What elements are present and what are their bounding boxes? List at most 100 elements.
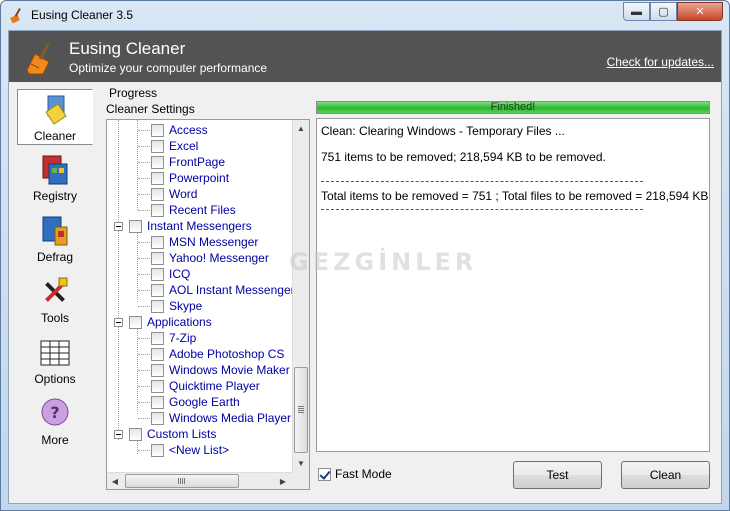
tree-item-label: ICQ bbox=[169, 267, 191, 281]
sidebar-item-options[interactable]: Options bbox=[17, 333, 93, 389]
defrag-icon bbox=[42, 216, 68, 246]
tree-item[interactable]: Word bbox=[138, 186, 197, 202]
tree-item-label: Windows Movie Maker bbox=[169, 363, 290, 377]
collapse-icon[interactable] bbox=[114, 317, 123, 327]
tree-line bbox=[137, 322, 138, 414]
cleaner-settings-tree[interactable]: Access Excel FrontPage Powerpoint Word Recent… bbox=[106, 119, 310, 490]
vertical-scroll-thumb[interactable] bbox=[294, 367, 308, 453]
tree-checkbox[interactable] bbox=[151, 123, 164, 137]
tree-checkbox[interactable] bbox=[151, 171, 164, 185]
app-header: Eusing Cleaner Optimize your computer pe… bbox=[9, 31, 721, 82]
tree-line bbox=[138, 354, 150, 355]
tree-checkbox[interactable] bbox=[151, 187, 164, 201]
tree-checkbox[interactable] bbox=[151, 347, 164, 361]
tree-checkbox[interactable] bbox=[151, 139, 164, 153]
log-output[interactable]: Clean: Clearing Windows - Temporary File… bbox=[316, 118, 710, 452]
tree-category[interactable]: Custom Lists bbox=[114, 426, 216, 442]
check-updates-link[interactable]: Check for updates... bbox=[607, 55, 714, 69]
clean-button[interactable]: Clean bbox=[621, 461, 710, 489]
tree-item[interactable]: FrontPage bbox=[138, 154, 225, 170]
tree-line bbox=[138, 162, 150, 163]
tree-checkbox[interactable] bbox=[151, 379, 164, 393]
scroll-left-arrow-icon[interactable]: ◀ bbox=[107, 473, 123, 489]
tree-checkbox[interactable] bbox=[151, 299, 164, 313]
tree-item-label: Google Earth bbox=[169, 395, 240, 409]
tree-item[interactable]: Adobe Photoshop CS bbox=[138, 346, 284, 362]
log-blank bbox=[321, 165, 705, 174]
tree-item[interactable]: Windows Media Player bbox=[138, 410, 291, 426]
tree-checkbox[interactable] bbox=[151, 395, 164, 409]
tree-item[interactable]: Powerpoint bbox=[138, 170, 230, 186]
tree-checkbox[interactable] bbox=[151, 203, 164, 217]
tree-item[interactable]: Quicktime Player bbox=[138, 378, 260, 394]
tree-item-label: Instant Messengers bbox=[147, 219, 252, 233]
tree-item-label: Recent Files bbox=[169, 203, 236, 217]
svg-text:?: ? bbox=[50, 403, 59, 422]
tree-line bbox=[138, 210, 150, 211]
tree-checkbox[interactable] bbox=[151, 443, 164, 457]
tree-item[interactable]: Yahoo! Messenger bbox=[138, 250, 269, 266]
scroll-down-arrow-icon[interactable]: ▼ bbox=[293, 455, 309, 471]
tree-checkbox[interactable] bbox=[151, 235, 164, 249]
tree-checkbox[interactable] bbox=[151, 251, 164, 265]
tree-line bbox=[138, 258, 150, 259]
tree-checkbox[interactable] bbox=[129, 315, 142, 329]
tree-checkbox[interactable] bbox=[151, 267, 164, 281]
app-broom-icon bbox=[10, 8, 21, 23]
tree-category[interactable]: Applications bbox=[114, 314, 212, 330]
tree-checkbox[interactable] bbox=[129, 427, 142, 441]
tree-item[interactable]: Google Earth bbox=[138, 394, 240, 410]
tree-item[interactable]: ICQ bbox=[138, 266, 191, 282]
tree-checkbox[interactable] bbox=[151, 411, 164, 425]
tree-checkbox[interactable] bbox=[151, 331, 164, 345]
tree-item[interactable]: Excel bbox=[138, 138, 199, 154]
tree-line bbox=[138, 338, 150, 339]
log-blank bbox=[321, 139, 705, 149]
tree-horizontal-scrollbar[interactable]: ◀ ▶ bbox=[107, 472, 293, 489]
title-bar[interactable]: Eusing Cleaner 3.5 ▬ ▢ ✕ bbox=[1, 1, 729, 29]
tree-item-label: Powerpoint bbox=[169, 171, 230, 185]
sidebar-item-label: Cleaner bbox=[33, 129, 77, 143]
tree-vertical-scrollbar[interactable]: ▲ ▼ bbox=[292, 120, 309, 472]
scroll-up-arrow-icon[interactable]: ▲ bbox=[293, 120, 309, 136]
tree-item[interactable]: 7-Zip bbox=[138, 330, 196, 346]
fast-mode-label: Fast Mode bbox=[335, 467, 392, 481]
fast-mode-checkbox[interactable]: Fast Mode bbox=[318, 467, 392, 481]
minimize-button[interactable]: ▬ bbox=[623, 2, 650, 21]
tree-item[interactable]: MSN Messenger bbox=[138, 234, 258, 250]
broom-logo-icon bbox=[26, 42, 50, 75]
tree-item[interactable]: Windows Movie Maker bbox=[138, 362, 290, 378]
sidebar-item-cleaner[interactable]: Cleaner bbox=[17, 89, 93, 145]
horizontal-scroll-thumb[interactable] bbox=[125, 474, 239, 488]
tree-line bbox=[138, 242, 150, 243]
tree-line bbox=[138, 178, 150, 179]
tree-checkbox[interactable] bbox=[129, 219, 142, 233]
cleaner-settings-label: Cleaner Settings bbox=[106, 102, 195, 116]
tree-line bbox=[138, 370, 150, 371]
test-button[interactable]: Test bbox=[513, 461, 602, 489]
tree-item[interactable]: AOL Instant Messenger bbox=[138, 282, 295, 298]
tree-item-label: Excel bbox=[169, 139, 199, 153]
sidebar-item-registry[interactable]: Registry bbox=[17, 150, 93, 206]
tree-item[interactable]: Skype bbox=[138, 298, 202, 314]
tree-checkbox[interactable] bbox=[151, 363, 164, 377]
tree-line bbox=[138, 450, 150, 451]
sidebar-item-defrag[interactable]: Defrag bbox=[17, 211, 93, 267]
tree-category[interactable]: Instant Messengers bbox=[114, 218, 252, 234]
tree-item[interactable]: Recent Files bbox=[138, 202, 236, 218]
tree-checkbox[interactable] bbox=[151, 155, 164, 169]
checkbox-checked-icon[interactable] bbox=[318, 467, 331, 481]
maximize-button[interactable]: ▢ bbox=[650, 2, 677, 21]
sidebar-item-tools[interactable]: Tools bbox=[17, 272, 93, 328]
sidebar-item-more[interactable]: ? More bbox=[17, 394, 93, 450]
tree-item[interactable]: <New List> bbox=[138, 442, 229, 458]
collapse-icon[interactable] bbox=[114, 429, 123, 439]
tree-item-label: Custom Lists bbox=[147, 427, 217, 441]
collapse-icon[interactable] bbox=[114, 221, 123, 231]
scroll-right-arrow-icon[interactable]: ▶ bbox=[275, 473, 291, 489]
log-separator bbox=[321, 181, 643, 182]
close-button[interactable]: ✕ bbox=[677, 2, 723, 21]
scrollbar-corner bbox=[292, 472, 309, 489]
tree-item[interactable]: Access bbox=[138, 122, 208, 138]
tree-checkbox[interactable] bbox=[151, 283, 164, 297]
